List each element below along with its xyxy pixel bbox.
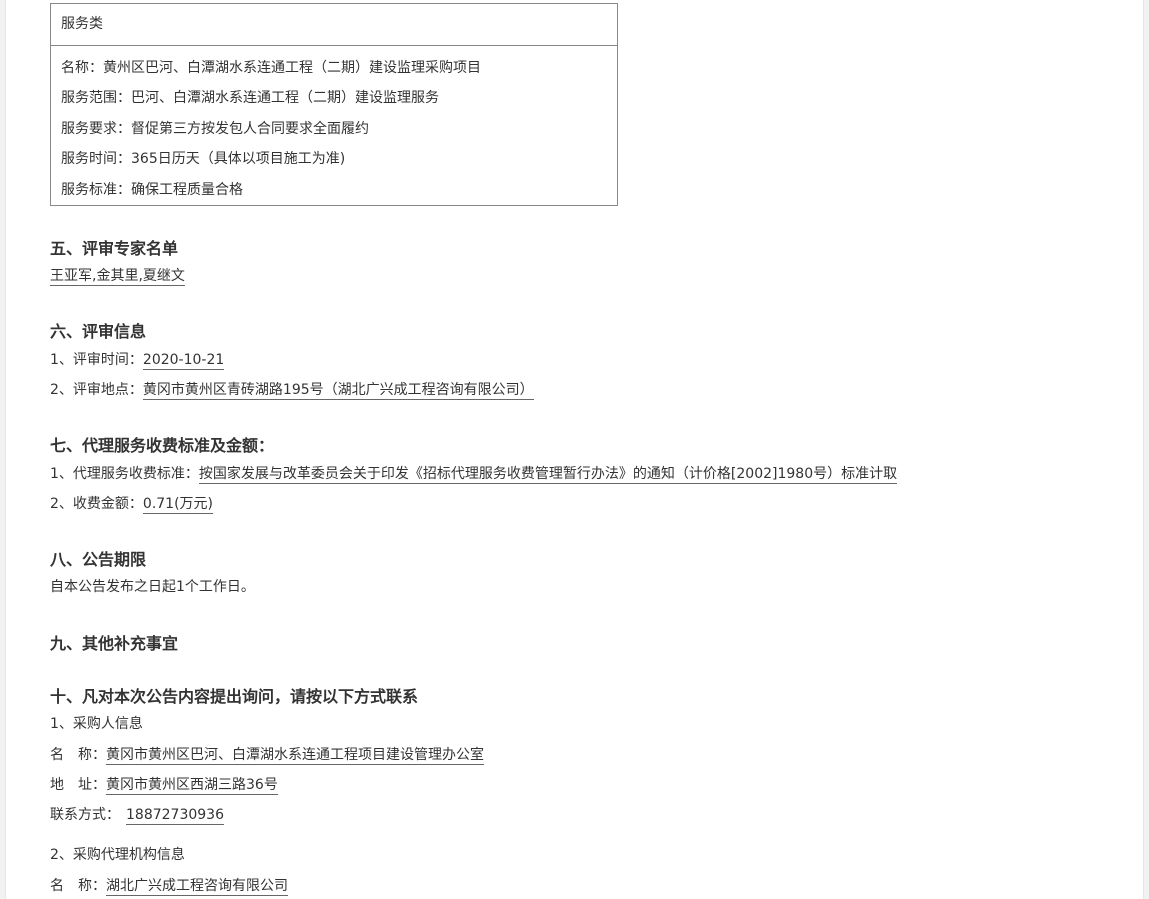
fee-standard-value: 按国家发展与改革委员会关于印发《招标代理服务收费管理暂行办法》的通知（计价格[2… [198, 466, 898, 484]
service-category-header: 服务类 [51, 4, 617, 46]
purchaser-address-row: 地 址：黄冈市黄州区西湖三路36号 [50, 775, 278, 795]
purchaser-name-row: 名 称：黄冈市黄州区巴河、白潭湖水系连通工程项目建设管理办公室 [50, 745, 484, 765]
left-page-border [0, 0, 6, 899]
expert-names: 王亚军,金其里,夏继文 [50, 268, 185, 286]
fee-amount-value: 0.71(万元) [142, 496, 214, 514]
section-10-title: 十、凡对本次公告内容提出询问，请按以下方式联系 [50, 687, 419, 706]
agency-info-heading: 2、采购代理机构信息 [50, 847, 185, 863]
purchaser-name-value: 黄冈市黄州区巴河、白潭湖水系连通工程项目建设管理办公室 [106, 747, 484, 765]
service-category-box: 服务类 名称：黄州区巴河、白潭湖水系连通工程（二期）建设监理采购项目 服务范围：… [50, 3, 618, 206]
fee-standard-row: 1、代理服务收费标准：按国家发展与改革委员会关于印发《招标代理服务收费管理暂行办… [50, 464, 898, 484]
section-7-title: 七、代理服务收费标准及金额： [50, 436, 275, 455]
review-place-label: 2、评审地点： [50, 382, 143, 398]
right-scrollbar-track[interactable] [1143, 0, 1149, 899]
purchaser-contact-label: 联系方式： [50, 807, 120, 823]
notice-period-text: 自本公告发布之日起1个工作日。 [50, 579, 255, 595]
review-place-row: 2、评审地点：黄冈市黄州区青砖湖路195号（湖北广兴成工程咨询有限公司） [50, 380, 534, 400]
service-requirement-row: 服务要求：督促第三方按发包人合同要求全面履约 [61, 121, 369, 137]
fee-amount-label: 2、收费金额： [50, 496, 143, 512]
purchaser-name-label: 名 称： [50, 747, 106, 763]
section-5-title: 五、评审专家名单 [50, 239, 179, 258]
expert-list-row: 王亚军,金其里,夏继文 [50, 266, 185, 286]
review-time-label: 1、评审时间： [50, 352, 143, 368]
review-time-row: 1、评审时间：2020-10-21 [50, 350, 225, 370]
purchaser-contact-value: 18872730936 [126, 807, 224, 825]
service-scope-row: 服务范围：巴河、白潭湖水系连通工程（二期）建设监理服务 [61, 90, 439, 106]
review-time-value: 2020-10-21 [142, 352, 225, 370]
service-standard-row: 服务标准：确保工程质量合格 [61, 182, 243, 198]
fee-standard-label: 1、代理服务收费标准： [50, 466, 199, 482]
purchaser-address-value: 黄冈市黄州区西湖三路36号 [106, 777, 278, 795]
agency-name-value: 湖北广兴成工程咨询有限公司 [106, 878, 288, 896]
section-9-title: 九、其他补充事宜 [50, 634, 179, 653]
service-time-row: 服务时间：365日历天（具体以项目施工为准) [61, 151, 346, 167]
section-6-title: 六、评审信息 [50, 322, 147, 341]
purchaser-address-label: 地 址： [50, 777, 106, 793]
purchaser-contact-row: 联系方式： 18872730936 [50, 805, 224, 825]
section-8-title: 八、公告期限 [50, 550, 147, 569]
agency-name-row: 名 称：湖北广兴成工程咨询有限公司 [50, 876, 288, 896]
agency-name-label: 名 称： [50, 878, 106, 894]
fee-amount-row: 2、收费金额：0.71(万元) [50, 494, 214, 514]
review-place-value: 黄冈市黄州区青砖湖路195号（湖北广兴成工程咨询有限公司） [142, 382, 534, 400]
service-name-row: 名称：黄州区巴河、白潭湖水系连通工程（二期）建设监理采购项目 [61, 60, 481, 76]
purchaser-info-heading: 1、采购人信息 [50, 716, 143, 732]
